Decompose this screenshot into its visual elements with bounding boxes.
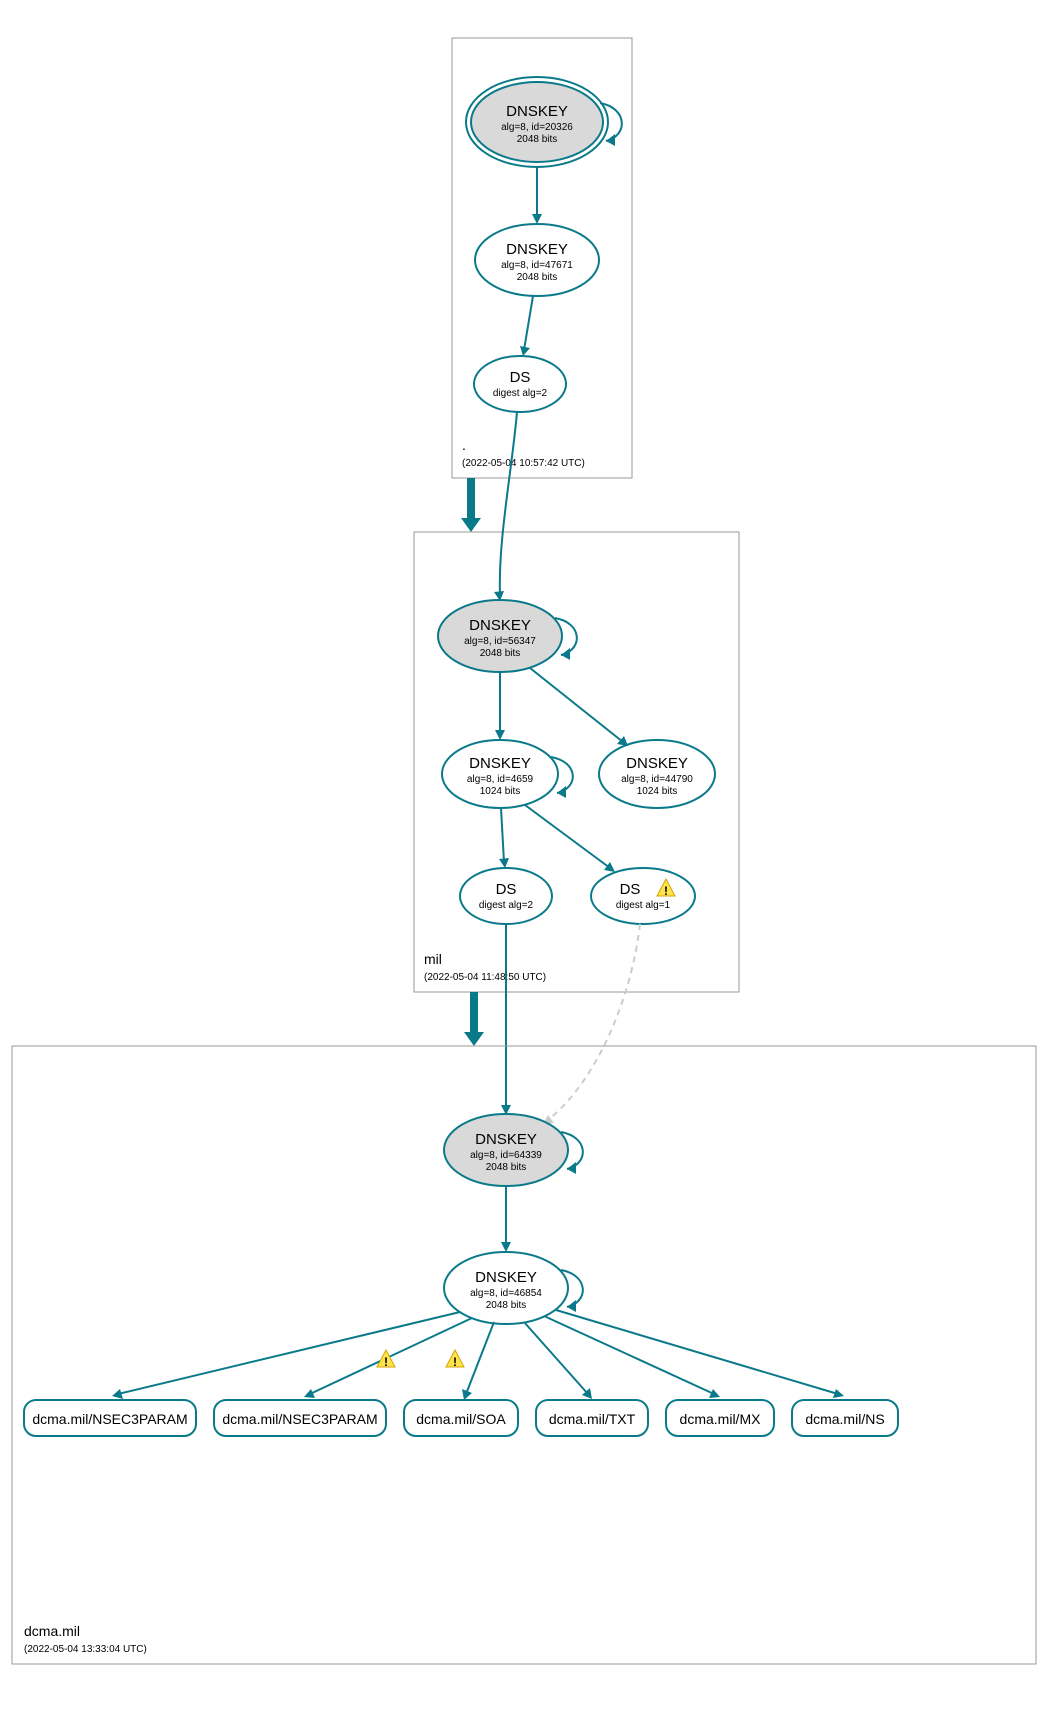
svg-text:DNSKEY: DNSKEY	[475, 1269, 537, 1286]
node-mil-ds2: DS digest alg=1	[591, 868, 695, 924]
svg-text:DNSKEY: DNSKEY	[469, 617, 531, 634]
record-r5: dcma.mil/MX	[666, 1400, 774, 1436]
svg-text:!: !	[664, 884, 668, 898]
node-dcma-ksk: DNSKEY alg=8, id=64339 2048 bits	[444, 1114, 568, 1186]
edge-rootds-milksk	[500, 412, 517, 595]
edge-zsk-r1	[118, 1312, 460, 1394]
edge-root-zsk-ds	[524, 296, 533, 350]
edge-zsk-r3	[466, 1322, 494, 1394]
svg-text:dcma.mil/NS: dcma.mil/NS	[805, 1411, 884, 1427]
zone-mil-timestamp: (2022-05-04 11:48:50 UTC)	[424, 972, 546, 983]
svg-text:alg=8, id=64339: alg=8, id=64339	[470, 1150, 542, 1161]
svg-text:dcma.mil/NSEC3PARAM: dcma.mil/NSEC3PARAM	[222, 1411, 377, 1427]
warn-icon-r2: !	[377, 1350, 395, 1369]
svg-text:alg=8, id=20326: alg=8, id=20326	[501, 122, 573, 133]
edge-milds2-dcmaksk-dash	[548, 924, 640, 1120]
svg-text:1024 bits: 1024 bits	[637, 786, 678, 797]
svg-text:alg=8, id=4659: alg=8, id=4659	[467, 774, 534, 785]
edge-milksk-zsk2	[530, 668, 623, 742]
edge-milzsk1-ds1	[501, 808, 504, 862]
svg-text:alg=8, id=46854: alg=8, id=46854	[470, 1288, 542, 1299]
node-mil-ds1: DS digest alg=2	[460, 868, 552, 924]
zone-root-timestamp: (2022-05-04 10:57:42 UTC)	[462, 458, 585, 469]
zone-dcma-timestamp: (2022-05-04 13:33:04 UTC)	[24, 1644, 147, 1655]
zone-root-name: .	[462, 437, 466, 453]
svg-text:!: !	[453, 1355, 457, 1369]
record-r3: dcma.mil/SOA	[404, 1400, 518, 1436]
svg-text:DS: DS	[496, 881, 517, 898]
svg-text:dcma.mil/NSEC3PARAM: dcma.mil/NSEC3PARAM	[32, 1411, 187, 1427]
warn-icon-r3: !	[446, 1350, 464, 1369]
node-dcma-zsk: DNSKEY alg=8, id=46854 2048 bits	[444, 1252, 568, 1324]
svg-text:DNSKEY: DNSKEY	[506, 103, 568, 120]
node-mil-zsk1: DNSKEY alg=8, id=4659 1024 bits	[442, 740, 558, 808]
edge-milzsk1-ds2	[525, 805, 610, 868]
node-mil-zsk2: DNSKEY alg=8, id=44790 1024 bits	[599, 740, 715, 808]
svg-text:digest alg=2: digest alg=2	[493, 388, 548, 399]
node-root-ksk: DNSKEY alg=8, id=20326 2048 bits	[466, 77, 608, 167]
svg-text:2048 bits: 2048 bits	[517, 134, 558, 145]
svg-text:DNSKEY: DNSKEY	[506, 241, 568, 258]
svg-text:alg=8, id=44790: alg=8, id=44790	[621, 774, 693, 785]
svg-text:DS: DS	[620, 881, 641, 898]
zone-dcma-name: dcma.mil	[24, 1623, 80, 1639]
svg-text:DNSKEY: DNSKEY	[475, 1131, 537, 1148]
record-r4: dcma.mil/TXT	[536, 1400, 648, 1436]
svg-text:2048 bits: 2048 bits	[486, 1162, 527, 1173]
svg-text:1024 bits: 1024 bits	[480, 786, 521, 797]
svg-text:2048 bits: 2048 bits	[517, 272, 558, 283]
node-mil-ksk: DNSKEY alg=8, id=56347 2048 bits	[438, 600, 562, 672]
node-root-zsk: DNSKEY alg=8, id=47671 2048 bits	[475, 224, 599, 296]
zone-mil-name: mil	[424, 951, 442, 967]
svg-text:dcma.mil/MX: dcma.mil/MX	[680, 1411, 762, 1427]
record-r2: dcma.mil/NSEC3PARAM	[214, 1400, 386, 1436]
svg-text:digest alg=1: digest alg=1	[616, 900, 671, 911]
edge-zsk-r6	[556, 1310, 838, 1394]
dnssec-diagram: . (2022-05-04 10:57:42 UTC) DNSKEY alg=8…	[0, 0, 1055, 1711]
record-r6: dcma.mil/NS	[792, 1400, 898, 1436]
record-r1: dcma.mil/NSEC3PARAM	[24, 1400, 196, 1436]
svg-text:DNSKEY: DNSKEY	[626, 755, 688, 772]
node-root-ds: DS digest alg=2	[474, 356, 566, 412]
svg-text:digest alg=2: digest alg=2	[479, 900, 534, 911]
svg-text:dcma.mil/TXT: dcma.mil/TXT	[549, 1411, 636, 1427]
svg-text:dcma.mil/SOA: dcma.mil/SOA	[416, 1411, 506, 1427]
svg-text:!: !	[384, 1355, 388, 1369]
svg-text:2048 bits: 2048 bits	[486, 1300, 527, 1311]
svg-text:alg=8, id=47671: alg=8, id=47671	[501, 260, 573, 271]
svg-text:DS: DS	[510, 369, 531, 386]
svg-text:alg=8, id=56347: alg=8, id=56347	[464, 636, 536, 647]
svg-text:2048 bits: 2048 bits	[480, 648, 521, 659]
edge-zsk-r5	[544, 1316, 714, 1394]
svg-text:DNSKEY: DNSKEY	[469, 755, 531, 772]
